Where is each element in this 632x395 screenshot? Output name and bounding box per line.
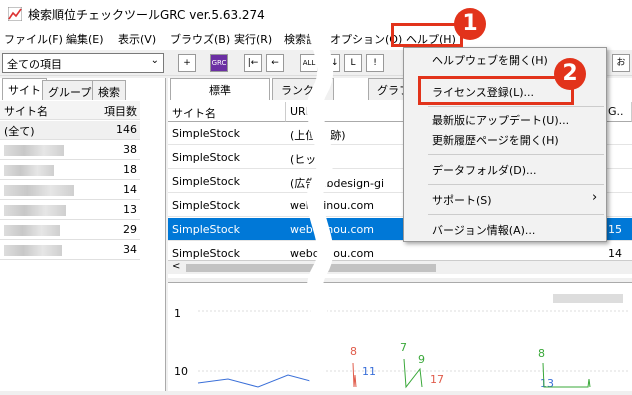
submenu-arrow-icon: ›: [592, 190, 598, 205]
tab-site[interactable]: サイト: [2, 78, 47, 100]
item-count: 14: [123, 183, 137, 196]
app-icon: [8, 7, 22, 21]
label-11: 11: [362, 365, 376, 378]
scroll-left-icon[interactable]: <: [172, 261, 180, 272]
legend-blurred: [553, 294, 623, 303]
menu-file[interactable]: ファイル(F): [4, 31, 63, 47]
row-site: SimpleStock: [172, 199, 241, 212]
rank-chart: 1 10 8 7 9 11 17 8 13: [168, 282, 632, 391]
site-name-blurred: [4, 205, 66, 216]
item-count: 13: [123, 203, 137, 216]
wave-separator: [306, 0, 334, 391]
site-panel: サイト グループ 検索 サイト名 項目数 (全て) 146 38 18 14 1…: [0, 78, 166, 391]
prev-icon[interactable]: ←: [266, 54, 284, 72]
table-row[interactable]: 18: [0, 161, 140, 180]
rank-chart-svg: 1 10 8 7 9 11 17 8 13: [174, 294, 628, 390]
site-name: (全て): [4, 125, 35, 138]
label-8: 8: [350, 345, 357, 358]
menu-browse[interactable]: ブラウズ(B): [170, 31, 230, 47]
label-7: 7: [400, 341, 407, 354]
table-row[interactable]: 34: [0, 241, 140, 260]
menu-item-help-web[interactable]: ヘルプウェブを開く(H): [432, 52, 548, 68]
first-icon[interactable]: |←: [244, 54, 262, 72]
item-count: 29: [123, 223, 137, 236]
menu-run[interactable]: 実行(R): [234, 31, 272, 47]
header-g[interactable]: G..: [604, 102, 632, 122]
menu-item-data-folder[interactable]: データフォルダ(D)...: [432, 162, 537, 178]
table-row[interactable]: (全て) 146: [0, 121, 140, 140]
filter-combo[interactable]: 全ての項目 ⌄: [2, 53, 164, 73]
table-row[interactable]: 14: [0, 181, 140, 200]
item-count: 34: [123, 243, 137, 256]
row-site: SimpleStock: [172, 175, 241, 188]
callout-box-license: [418, 76, 574, 105]
row-g: 14: [608, 247, 622, 260]
row-site: SimpleStock: [172, 247, 241, 260]
tab-standard[interactable]: 標準: [170, 78, 270, 100]
chevron-down-icon: ⌄: [150, 55, 159, 66]
header-site[interactable]: サイト名: [168, 102, 286, 122]
site-name-blurred: [4, 225, 60, 236]
row-site: SimpleStock: [172, 127, 241, 140]
divider: [428, 154, 604, 155]
divider: [428, 214, 604, 215]
tab-search[interactable]: 検索: [92, 80, 126, 100]
label-13: 13: [540, 377, 554, 390]
table-row[interactable]: 38: [0, 141, 140, 160]
o-button[interactable]: お: [612, 54, 630, 72]
menu-item-version[interactable]: バージョン情報(A)...: [432, 222, 535, 238]
series-red: [352, 362, 357, 388]
site-name-blurred: [4, 245, 62, 256]
callout-box-help-menu: [391, 23, 463, 47]
step-badge-2: 2: [554, 58, 586, 90]
site-name-blurred: [4, 165, 54, 176]
y-tick-10: 10: [174, 365, 188, 378]
item-count: 38: [123, 143, 137, 156]
label-17: 17: [430, 373, 444, 386]
menu-item-update[interactable]: 最新版にアップデート(U)...: [432, 112, 569, 128]
site-table-header: サイト名 項目数: [0, 101, 140, 120]
header-site-name[interactable]: サイト名: [4, 103, 48, 119]
item-count: 146: [116, 123, 137, 136]
row-site: SimpleStock: [172, 151, 241, 164]
row-site: SimpleStock: [172, 223, 241, 236]
label-9: 9: [418, 353, 425, 366]
table-row[interactable]: 13: [0, 201, 140, 220]
horizontal-scrollbar[interactable]: <: [168, 260, 632, 274]
grc-button[interactable]: GRC: [210, 54, 228, 72]
label-8b: 8: [538, 347, 545, 360]
exclaim-icon[interactable]: !: [366, 54, 384, 72]
site-name-blurred: [4, 185, 74, 196]
tab-group[interactable]: グループ: [42, 80, 98, 100]
filter-combo-value: 全ての項目: [7, 58, 62, 71]
site-name-blurred: [4, 145, 64, 156]
add-icon[interactable]: +: [178, 54, 196, 72]
step-badge-1: 1: [454, 8, 486, 40]
window-title: 検索順位チェックツールGRC ver.5.63.274: [28, 8, 265, 22]
table-row[interactable]: 29: [0, 221, 140, 240]
divider: [428, 106, 604, 107]
menu-view[interactable]: 表示(V): [118, 31, 156, 47]
menu-item-history[interactable]: 更新履歴ページを開く(H): [432, 132, 559, 148]
header-item-count[interactable]: 項目数: [104, 103, 137, 119]
divider: [428, 184, 604, 185]
menu-item-support[interactable]: サポート(S): [432, 192, 492, 208]
menu-edit[interactable]: 編集(E): [66, 31, 104, 47]
item-count: 18: [123, 163, 137, 176]
y-tick-1: 1: [174, 307, 181, 320]
row-g: 15: [608, 223, 622, 236]
